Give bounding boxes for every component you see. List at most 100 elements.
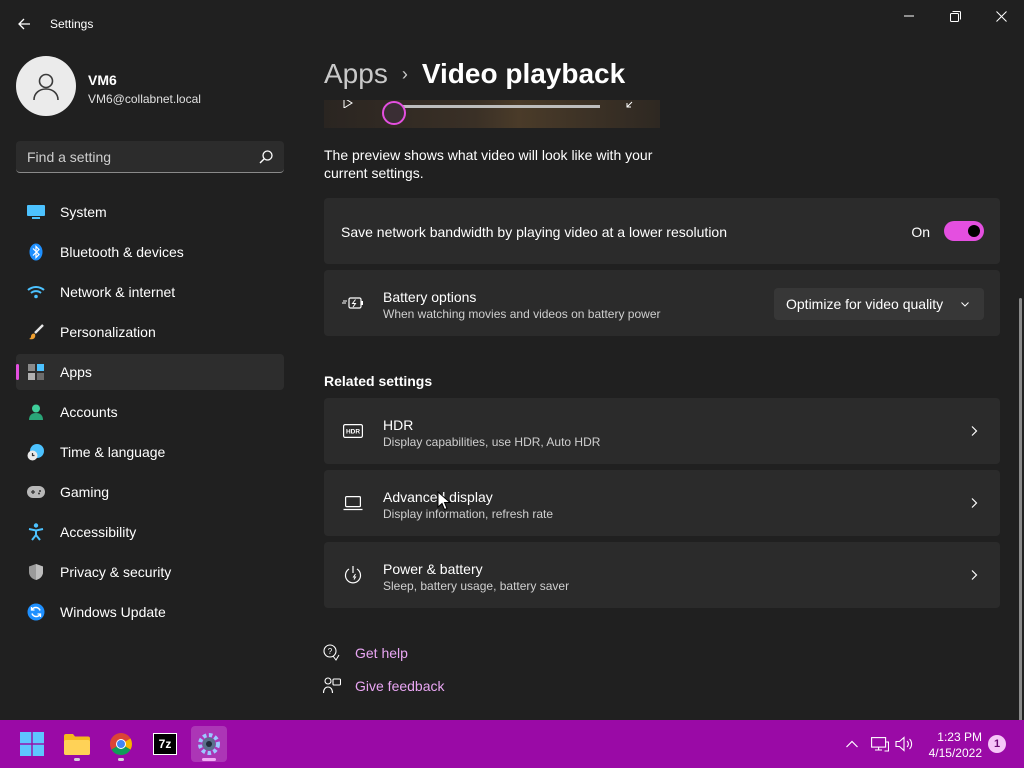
page-title: Video playback — [421, 58, 626, 89]
sidebar-item-label: System — [60, 204, 107, 220]
related-item-subtitle: Sleep, battery usage, battery saver — [383, 579, 570, 593]
power-icon — [342, 564, 364, 586]
toggle-state-label: On — [911, 224, 930, 240]
svg-text:?: ? — [328, 647, 333, 656]
close-button[interactable] — [978, 0, 1024, 32]
user-profile[interactable]: VM6 VM6@collabnet.local — [16, 56, 286, 118]
sidebar-item-time-language[interactable]: Time & language — [16, 434, 284, 470]
related-item-subtitle: Display capabilities, use HDR, Auto HDR — [383, 435, 601, 449]
minimize-button[interactable] — [886, 0, 932, 32]
system-icon — [26, 202, 46, 222]
windows-start-icon — [20, 732, 44, 756]
gamepad-icon — [26, 482, 46, 502]
sidebar-item-gaming[interactable]: Gaming — [16, 474, 284, 510]
chrome-button[interactable] — [103, 726, 139, 762]
related-item-hdr[interactable]: HDR HDR Display capabilities, use HDR, A… — [324, 398, 1000, 464]
sidebar-item-accounts[interactable]: Accounts — [16, 394, 284, 430]
toggle-knob — [968, 225, 980, 237]
person-icon — [33, 73, 59, 101]
sidebar-item-label: Time & language — [60, 444, 166, 460]
mouse-cursor-icon — [437, 491, 451, 511]
chevron-right-icon — [971, 498, 978, 508]
search-box — [16, 141, 284, 173]
battery-options-dropdown[interactable]: Optimize for video quality — [774, 288, 984, 320]
taskbar-clock[interactable]: 1:23 PM 4/15/2022 — [929, 729, 982, 761]
profile-email: VM6@collabnet.local — [88, 92, 201, 106]
search-input[interactable] — [16, 148, 246, 165]
sidebar-item-label: Windows Update — [60, 604, 166, 620]
sidebar: VM6 VM6@collabnet.local System Bluetooth… — [0, 48, 300, 720]
sidebar-item-label: Personalization — [60, 324, 156, 340]
related-settings-heading: Related settings — [324, 373, 433, 389]
wifi-icon — [26, 282, 46, 302]
video-preview[interactable] — [324, 100, 660, 128]
chevron-right-icon: › — [401, 63, 408, 84]
get-help-link[interactable]: ? Get help — [322, 643, 408, 663]
notification-badge[interactable]: 1 — [988, 735, 1006, 753]
running-indicator — [74, 758, 80, 761]
search-icon[interactable] — [258, 149, 274, 165]
sidebar-item-personalization[interactable]: Personalization — [16, 314, 284, 350]
sidebar-item-windows-update[interactable]: Windows Update — [16, 594, 284, 630]
volume-tray-button[interactable] — [894, 734, 914, 754]
preview-seek-track[interactable] — [382, 101, 600, 125]
expand-icon[interactable] — [626, 100, 638, 108]
sidebar-item-label: Bluetooth & devices — [60, 244, 184, 260]
play-icon[interactable] — [342, 100, 354, 108]
scrollbar[interactable] — [1019, 298, 1022, 720]
accessibility-icon — [26, 522, 46, 542]
sidebar-item-apps[interactable]: Apps — [16, 354, 284, 390]
sidebar-nav: System Bluetooth & devices Network & int… — [16, 194, 284, 634]
file-explorer-button[interactable] — [59, 726, 95, 762]
sidebar-item-bluetooth[interactable]: Bluetooth & devices — [16, 234, 284, 270]
sidebar-item-accessibility[interactable]: Accessibility — [16, 514, 284, 550]
start-button[interactable] — [14, 726, 50, 762]
maximize-button[interactable] — [932, 0, 978, 32]
app-title: Settings — [50, 17, 94, 31]
apps-icon — [26, 362, 46, 382]
chevron-down-icon — [961, 302, 969, 307]
close-icon — [995, 10, 1007, 22]
shield-icon — [26, 562, 46, 582]
minimize-icon — [904, 15, 914, 17]
sidebar-item-label: Accessibility — [60, 524, 137, 540]
preview-seek-thumb[interactable] — [382, 101, 406, 125]
update-icon — [26, 602, 46, 622]
related-item-subtitle: Display information, refresh rate — [383, 507, 554, 521]
sidebar-item-privacy[interactable]: Privacy & security — [16, 554, 284, 590]
breadcrumb-parent-apps[interactable]: Apps — [324, 58, 388, 90]
taskbar: 7z 1:23 PM 4/15/2022 1 — [0, 720, 1024, 768]
back-arrow-icon — [18, 18, 30, 30]
sidebar-item-label: Apps — [60, 364, 92, 380]
clock-time: 1:23 PM — [937, 730, 982, 744]
related-item-advanced-display[interactable]: Advanced display Display information, re… — [324, 470, 1000, 536]
sidebar-item-label: Privacy & security — [60, 564, 172, 580]
give-feedback-text: Give feedback — [355, 678, 445, 694]
battery-plug-icon — [342, 292, 364, 314]
back-button[interactable] — [10, 10, 38, 38]
bluetooth-icon — [26, 242, 46, 262]
sidebar-item-label: Gaming — [60, 484, 110, 500]
battery-options-title: Battery options — [383, 289, 477, 305]
chevron-right-icon — [971, 570, 978, 580]
running-indicator — [118, 758, 124, 761]
settings-taskbar-button[interactable] — [191, 726, 227, 762]
title-bar: Settings — [0, 0, 1024, 48]
dropdown-selected-value: Optimize for video quality — [786, 296, 944, 312]
bandwidth-toggle[interactable] — [944, 221, 984, 241]
sidebar-item-network[interactable]: Network & internet — [16, 274, 284, 310]
laptop-icon — [342, 492, 364, 514]
show-hidden-icons-button[interactable] — [842, 734, 862, 754]
related-item-power-battery[interactable]: Power & battery Sleep, battery usage, ba… — [324, 542, 1000, 608]
network-tray-button[interactable] — [870, 734, 890, 754]
sidebar-item-system[interactable]: System — [16, 194, 284, 230]
7zip-button[interactable]: 7z — [147, 726, 183, 762]
accounts-icon — [26, 402, 46, 422]
give-feedback-link[interactable]: Give feedback — [322, 676, 445, 696]
sidebar-item-label: Accounts — [60, 404, 118, 420]
active-indicator — [202, 758, 216, 761]
related-item-title: Power & battery — [383, 561, 483, 577]
get-help-text: Get help — [355, 645, 408, 661]
chevron-right-icon — [971, 426, 978, 436]
network-monitor-icon — [871, 737, 889, 752]
